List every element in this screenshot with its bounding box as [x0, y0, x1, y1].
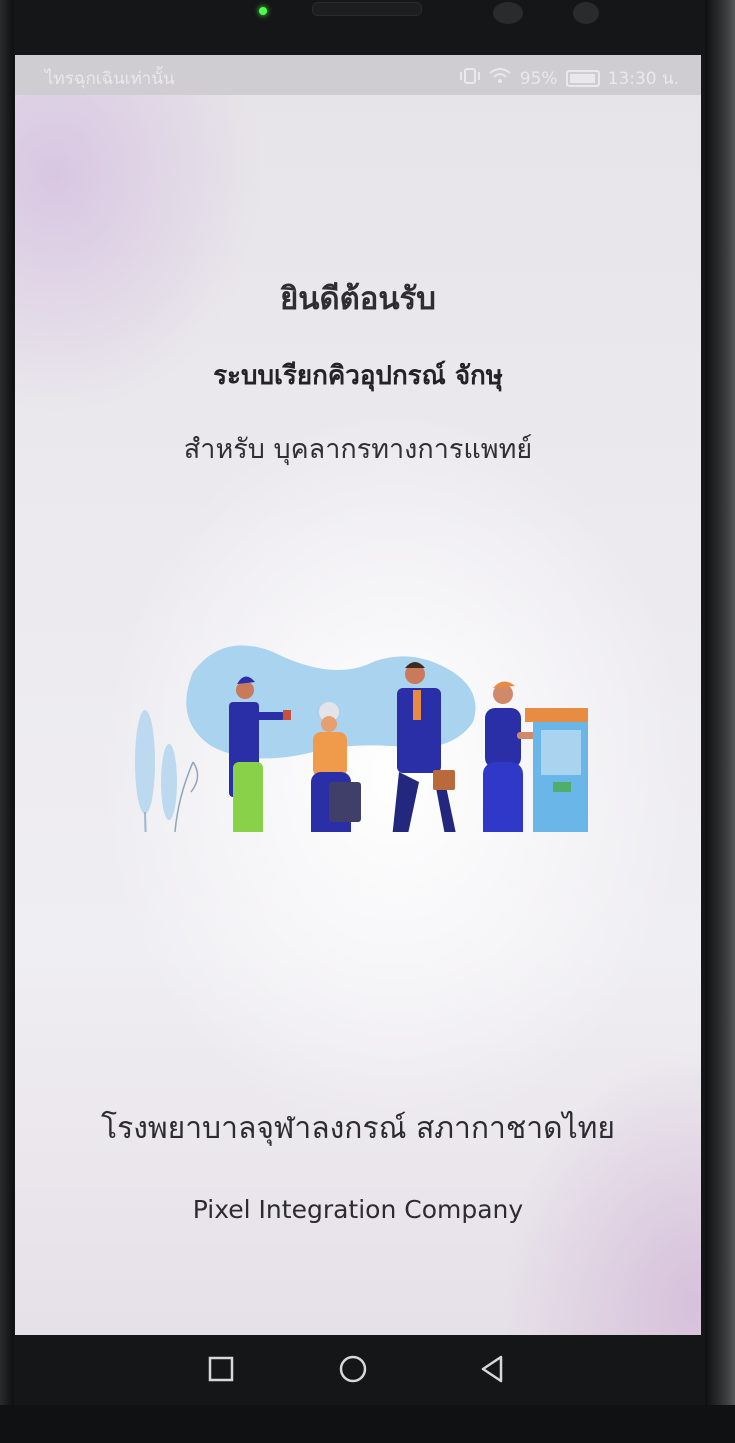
welcome-heading: ยินดีต้อนรับ	[280, 281, 436, 317]
front-camera	[493, 2, 523, 24]
status-bar: ไทรฉุกเฉินเท่านั้น 95% 13:30 น.	[15, 55, 701, 95]
app-screen: ไทรฉุกเฉินเท่านั้น 95% 13:30 น. ยินดีต้อ…	[15, 55, 701, 1335]
circle-icon	[339, 1355, 367, 1383]
atm-kiosk-icon	[525, 708, 588, 832]
status-icons: 95% 13:30 น.	[459, 65, 679, 92]
square-icon	[208, 1356, 234, 1382]
hospital-name: โรงพยาบาลจุฬาลงกรณ์ สภากาชาดไทย	[100, 1111, 616, 1146]
notification-led	[259, 7, 267, 15]
proximity-sensor	[573, 2, 599, 24]
phone-chin	[0, 1405, 735, 1443]
battery-percent: 95%	[519, 68, 558, 89]
triangle-back-icon	[481, 1355, 503, 1383]
back-button[interactable]	[475, 1351, 511, 1387]
phone-bezel-right	[705, 0, 735, 1443]
plant-icon	[135, 710, 199, 832]
home-button[interactable]	[335, 1351, 371, 1387]
battery-icon	[565, 70, 600, 87]
company-name: Pixel Integration Company	[192, 1195, 524, 1224]
phone-bezel-left	[0, 0, 14, 1443]
audience-text: สำหรับ บุคลากรทางการแพทย์	[183, 434, 533, 465]
vibrate-icon	[459, 68, 480, 89]
system-name: ระบบเรียกคิวอุปกรณ์ จักษุ	[213, 361, 503, 391]
phone-earpiece	[312, 2, 422, 16]
carrier-text: ไทรฉุกเฉินเท่านั้น	[45, 69, 175, 89]
queue-illustration	[135, 645, 588, 832]
wifi-icon	[488, 67, 512, 90]
recent-apps-button[interactable]	[203, 1351, 239, 1387]
clock: 13:30 น.	[607, 69, 679, 89]
android-nav-bar	[15, 1335, 701, 1405]
